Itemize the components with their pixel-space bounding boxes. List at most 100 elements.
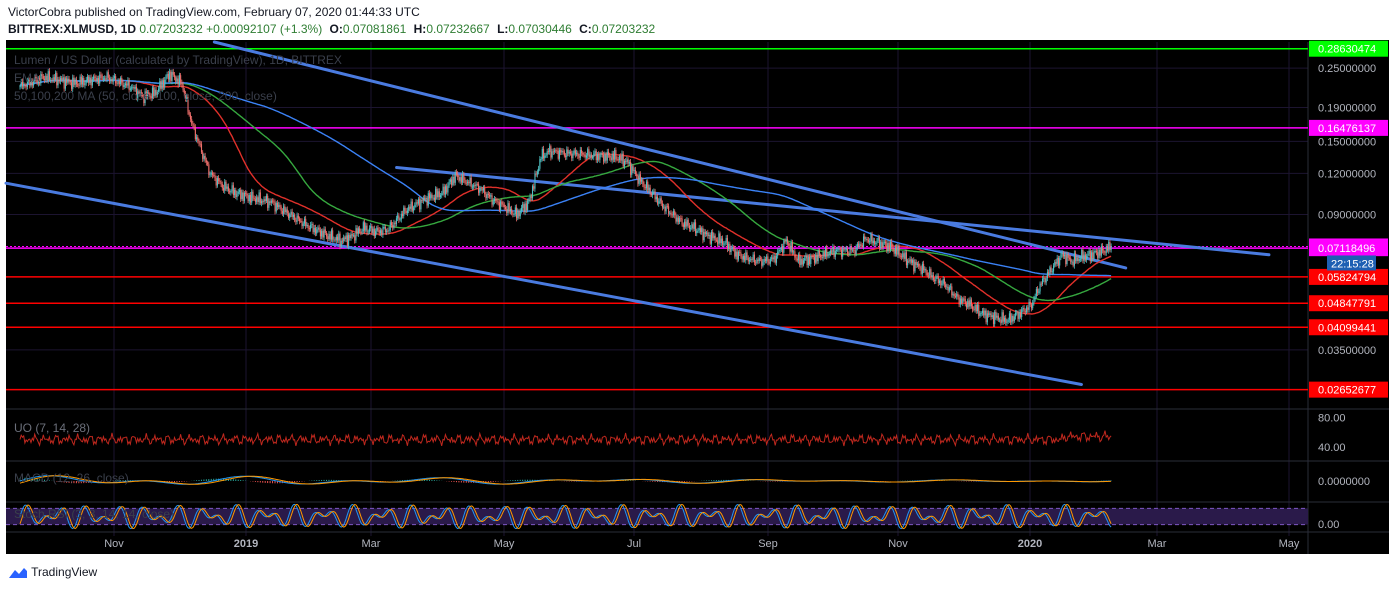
candle-body — [93, 76, 95, 80]
candle-body — [438, 191, 440, 198]
candle-body — [782, 246, 784, 253]
candle-body — [299, 218, 301, 222]
candle-body — [333, 239, 335, 241]
candle-body — [877, 237, 879, 241]
candle-body — [984, 310, 986, 316]
candle-body — [480, 188, 482, 190]
candle-body — [965, 303, 968, 308]
candle-body — [287, 213, 290, 218]
candle-body — [980, 313, 982, 314]
candle-body — [318, 227, 320, 231]
candle-body — [574, 150, 576, 155]
candle-body — [939, 280, 941, 284]
candle-body — [414, 205, 416, 208]
candle-body — [387, 230, 389, 232]
candle-body — [59, 78, 62, 82]
candle-body — [1097, 252, 1099, 258]
stoch-tick-label: 0.00 — [1318, 519, 1339, 531]
candle-body — [199, 143, 201, 145]
candle-body — [773, 255, 775, 260]
candle-body — [578, 156, 580, 158]
tradingview-brand[interactable]: TradingView — [8, 565, 97, 580]
candle-body — [48, 71, 51, 80]
candle-body — [969, 299, 971, 307]
candle-body — [242, 192, 244, 201]
candle-body — [267, 195, 269, 208]
candle-body — [411, 201, 413, 211]
candle-body — [469, 177, 471, 184]
candle-body — [561, 151, 563, 153]
candle-body — [764, 258, 767, 261]
candle-body — [786, 239, 789, 244]
candle-body — [58, 79, 60, 82]
candle-body — [805, 255, 807, 259]
candle-body — [882, 242, 884, 248]
stoch-band-fill — [6, 508, 1308, 525]
candle-body — [847, 248, 849, 254]
candle-body — [370, 226, 372, 229]
candle-body — [465, 182, 467, 184]
candle-body — [567, 149, 569, 154]
candle-body — [437, 191, 439, 198]
candle-body — [371, 226, 373, 233]
candle-body — [192, 123, 194, 125]
candle-body — [839, 248, 841, 250]
candle-body — [286, 209, 288, 214]
time-tick-label: Sep — [758, 538, 778, 550]
candle-body — [995, 311, 997, 318]
candle-body — [473, 185, 475, 187]
candle-body — [432, 197, 434, 199]
candle-body — [237, 191, 239, 194]
candle-body — [430, 194, 432, 199]
candle-body — [761, 258, 763, 266]
candle-body — [785, 239, 787, 242]
candle-body — [566, 149, 568, 158]
candle-body — [468, 181, 470, 184]
candle-body — [766, 256, 768, 261]
candle-body — [501, 201, 503, 205]
candle-body — [518, 211, 520, 217]
candle-body — [319, 230, 321, 237]
candle-body — [772, 257, 774, 260]
chart-svg[interactable]: 80.00 40.00 0.0000000 0.00 0.25000000 0.1900… — [0, 0, 1396, 591]
candle-body — [327, 236, 329, 240]
candle-body — [1079, 258, 1082, 260]
candle-body — [83, 78, 85, 86]
candle-body — [351, 234, 353, 236]
candle-body — [625, 160, 627, 162]
candle-body — [200, 144, 203, 153]
candle-body — [398, 215, 400, 220]
candle-body — [769, 258, 771, 264]
candle-body — [1064, 254, 1066, 257]
candle-body — [339, 233, 341, 247]
legend-uo: UO (7, 14, 28) — [14, 421, 90, 435]
candle-body — [680, 218, 682, 220]
candle-body — [392, 225, 394, 228]
candle-body — [823, 252, 825, 257]
candle-body — [556, 150, 558, 152]
uo-tick-label: 40.00 — [1318, 442, 1346, 454]
candle-body — [740, 252, 742, 257]
candle-body — [605, 154, 607, 161]
candle-body — [889, 241, 892, 251]
candle-body — [382, 227, 384, 235]
candle-body — [1102, 246, 1104, 251]
candle-body — [1068, 257, 1071, 259]
candle-body — [82, 78, 84, 85]
candle-body — [402, 213, 404, 216]
candle-body — [655, 196, 657, 200]
candle-body — [1043, 278, 1045, 280]
candle-body — [1062, 252, 1064, 257]
candle-body — [413, 207, 415, 211]
candle-body — [436, 188, 438, 198]
candle-body — [596, 154, 599, 161]
candle-body — [621, 153, 623, 161]
countdown-label: 22:15:28 — [1331, 258, 1374, 270]
candle-body — [219, 180, 221, 183]
candle-body — [507, 203, 509, 213]
candle-body — [551, 151, 553, 158]
candle-body — [509, 208, 511, 212]
time-tick-label: Mar — [362, 538, 381, 550]
candle-body — [660, 198, 662, 204]
candle-body — [975, 305, 977, 312]
